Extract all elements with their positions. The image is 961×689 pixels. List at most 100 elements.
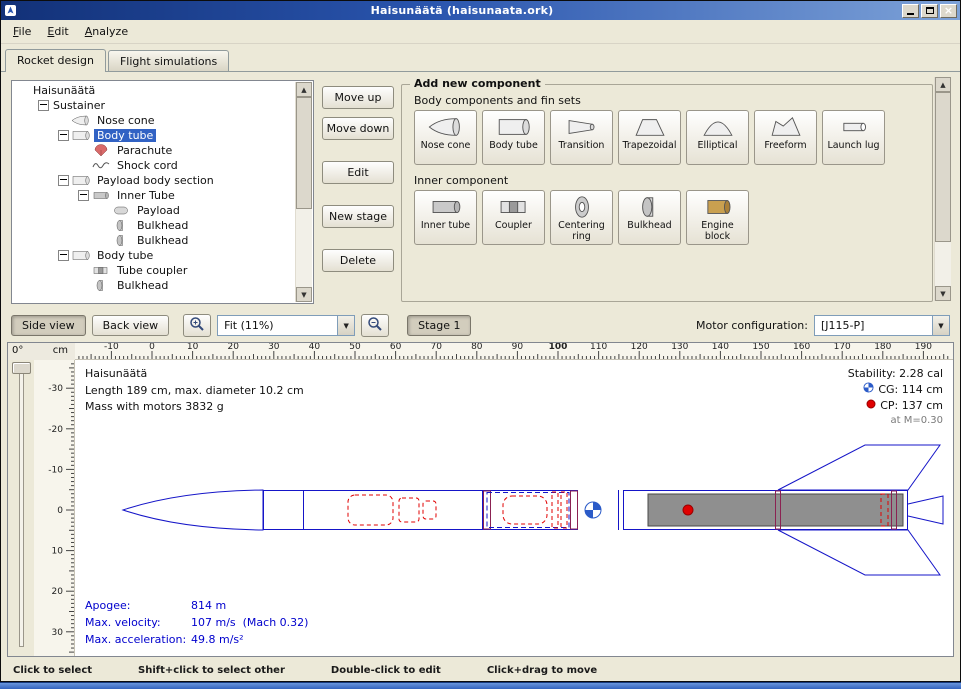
scroll-down-button[interactable]: ▼ (296, 287, 312, 302)
svg-text:30: 30 (268, 343, 280, 352)
rocket-canvas[interactable]: Haisunäätä Length 189 cm, max. diameter … (75, 360, 953, 656)
chevron-down-icon[interactable]: ▼ (932, 316, 949, 335)
add-panel-scrollbar[interactable]: ▲ ▼ (934, 77, 951, 301)
add-nose-cone-button[interactable]: Nose cone (414, 110, 477, 165)
add-freeform-button[interactable]: Freeform (754, 110, 817, 165)
tab-rocket-design[interactable]: Rocket design (5, 49, 106, 72)
tree-collapse-icon[interactable] (57, 130, 70, 141)
fin-freeform-icon (767, 114, 805, 139)
add-trapezoidal-button[interactable]: Trapezoidal (618, 110, 681, 165)
tree-collapse-icon[interactable] (77, 190, 90, 201)
tree-collapse-icon[interactable] (57, 175, 70, 186)
tree-item-sustainer[interactable]: Sustainer (13, 98, 296, 113)
scroll-track[interactable] (935, 92, 951, 286)
add-launch-lug-button[interactable]: Launch lug (822, 110, 885, 165)
add-component-groupbox: Add new component Body components and fi… (401, 84, 933, 302)
add-inner-tube-button[interactable]: Inner tube (414, 190, 477, 245)
tree-item-haisun-t[interactable]: Haisunäätä (13, 83, 296, 98)
edit-button[interactable]: Edit (322, 161, 394, 184)
svg-text:60: 60 (390, 343, 402, 352)
design-pane: HaisunäätäSustainerNose coneBody tubePar… (1, 72, 960, 310)
tree-item-inner-tube[interactable]: Inner Tube (13, 188, 296, 203)
tree-item-payload[interactable]: Payload (13, 203, 296, 218)
scroll-thumb[interactable] (935, 92, 951, 242)
scroll-up-button[interactable]: ▲ (935, 77, 951, 92)
tree-item-bulkhead[interactable]: Bulkhead (13, 218, 296, 233)
status-hint-1: Click to select (13, 665, 92, 676)
add-transition-button[interactable]: Transition (550, 110, 613, 165)
add-engine-block-button[interactable]: Engine block (686, 190, 749, 245)
menu-file[interactable]: File (5, 22, 39, 41)
add-coupler-button[interactable]: Coupler (482, 190, 545, 245)
tree-item-body-tube[interactable]: Body tube (13, 248, 296, 263)
tree-scrollbar[interactable]: ▲ ▼ (295, 82, 312, 302)
chevron-down-icon[interactable]: ▼ (337, 316, 354, 335)
title-bar[interactable]: Haisunäätä (haisunaata.ork) × (1, 1, 960, 20)
add-centering-ring-button[interactable]: Centering ring (550, 190, 613, 245)
window-title: Haisunäätä (haisunaata.ork) (22, 4, 902, 17)
side-view-button[interactable]: Side view (11, 315, 86, 336)
minimize-button[interactable] (902, 4, 919, 18)
svg-text:30: 30 (52, 628, 64, 638)
apogee-stat: Apogee: 814 m (85, 597, 308, 614)
close-button[interactable]: × (940, 4, 957, 18)
tree-item-bulkhead[interactable]: Bulkhead (13, 278, 296, 293)
delete-button[interactable]: Delete (322, 249, 394, 272)
tree-item-payload-body-section[interactable]: Payload body section (13, 173, 296, 188)
arrow-down-icon: ▼ (301, 291, 306, 299)
section-label-inner-component: Inner component (414, 174, 932, 187)
add-elliptical-button[interactable]: Elliptical (686, 110, 749, 165)
move-up-button[interactable]: Move up (322, 86, 394, 109)
zoom-in-button[interactable] (183, 314, 211, 337)
add-body-tube-button[interactable]: Body tube (482, 110, 545, 165)
tab-flight-simulations[interactable]: Flight simulations (108, 50, 229, 71)
zoom-in-icon (189, 316, 205, 335)
tree-item-tube-coupler[interactable]: Tube coupler (13, 263, 296, 278)
zoom-out-button[interactable] (361, 314, 389, 337)
zoom-combo[interactable]: Fit (11%) ▼ (217, 315, 355, 336)
scroll-track[interactable] (296, 97, 312, 287)
tree-item-body-tube[interactable]: Body tube (13, 128, 296, 143)
svg-text:190: 190 (915, 343, 932, 352)
tree-collapse-icon[interactable] (57, 250, 70, 261)
inner-tube-icon (427, 194, 465, 219)
cg-value: CG: 114 cm (878, 382, 943, 398)
svg-text:160: 160 (793, 343, 810, 352)
tree-item-bulkhead[interactable]: Bulkhead (13, 233, 296, 248)
rotation-slider-track[interactable] (19, 365, 24, 647)
fin-elliptical-icon (699, 114, 737, 139)
scroll-thumb[interactable] (296, 97, 312, 209)
stability-value: Stability: 2.28 cal (848, 366, 943, 382)
arrow-down-icon: ▼ (940, 290, 945, 298)
tree-collapse-icon[interactable] (37, 100, 50, 111)
back-view-button[interactable]: Back view (92, 315, 170, 336)
stage-1-toggle[interactable]: Stage 1 (407, 315, 471, 336)
rotation-slider[interactable] (8, 360, 34, 656)
tree-item-shock-cord[interactable]: Shock cord (13, 158, 296, 173)
scroll-down-button[interactable]: ▼ (935, 286, 951, 301)
menu-edit[interactable]: Edit (39, 22, 76, 41)
tree-item-nose-cone[interactable]: Nose cone (13, 113, 296, 128)
svg-text:-10: -10 (104, 343, 119, 352)
add-bulkhead-button[interactable]: Bulkhead (618, 190, 681, 245)
menu-analyze[interactable]: Analyze (77, 22, 136, 41)
rocket-name: Haisunäätä (85, 366, 304, 383)
move-down-button[interactable]: Move down (322, 117, 394, 140)
component-tree: HaisunäätäSustainerNose coneBody tubePar… (13, 83, 296, 302)
scroll-up-button[interactable]: ▲ (296, 82, 312, 97)
component-tree-panel: HaisunäätäSustainerNose coneBody tubePar… (11, 80, 314, 304)
shock-cord-icon (90, 159, 114, 172)
motor-configuration-combo[interactable]: [J115-P] ▼ (814, 315, 950, 336)
svg-text:10: 10 (187, 343, 199, 352)
rotation-slider-thumb[interactable] (12, 362, 31, 374)
cg-marker (585, 502, 601, 518)
motor-configuration-label: Motor configuration: (696, 319, 808, 332)
cp-marker (683, 505, 693, 515)
zoom-value: Fit (11%) (218, 316, 337, 335)
svg-text:80: 80 (471, 343, 483, 352)
tree-item-parachute[interactable]: Parachute (13, 143, 296, 158)
launch-lug-icon (835, 114, 873, 139)
new-stage-button[interactable]: New stage (322, 205, 394, 228)
body-tube-icon (70, 129, 94, 142)
maximize-button[interactable] (921, 4, 938, 18)
